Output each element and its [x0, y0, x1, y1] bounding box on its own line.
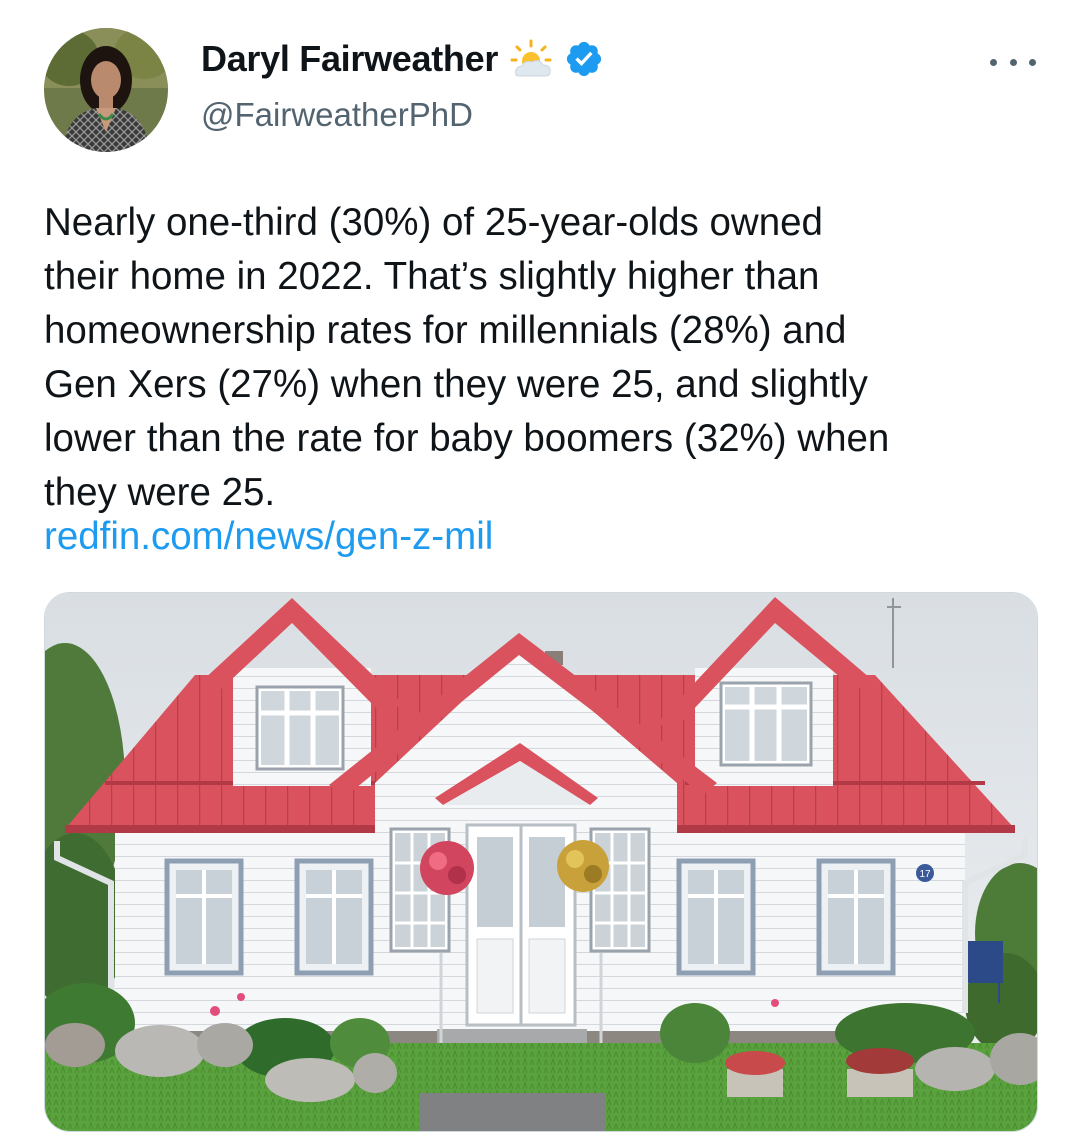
- dot-icon: [990, 58, 997, 66]
- sun-behind-cloud-icon: [508, 39, 554, 79]
- author-handle[interactable]: @FairweatherPhD: [201, 96, 473, 134]
- tweet-link[interactable]: redfin.com/news/gen-z-mil: [44, 510, 493, 564]
- more-options-icon[interactable]: [990, 54, 1036, 70]
- author-name[interactable]: Daryl Fairweather: [201, 38, 498, 80]
- avatar-image: [44, 28, 168, 152]
- house-photo: 17: [45, 593, 1037, 1131]
- tweet-text: Nearly one-third (30%) of 25-year-olds o…: [44, 201, 890, 514]
- author-name-row: Daryl Fairweather: [201, 38, 604, 80]
- verified-badge-icon[interactable]: [564, 39, 604, 79]
- dot-icon: [1009, 58, 1017, 66]
- dot-icon: [1029, 58, 1036, 66]
- tweet-media-image[interactable]: 17: [44, 592, 1038, 1132]
- house-number: 17: [919, 869, 931, 880]
- author-avatar[interactable]: [44, 28, 168, 152]
